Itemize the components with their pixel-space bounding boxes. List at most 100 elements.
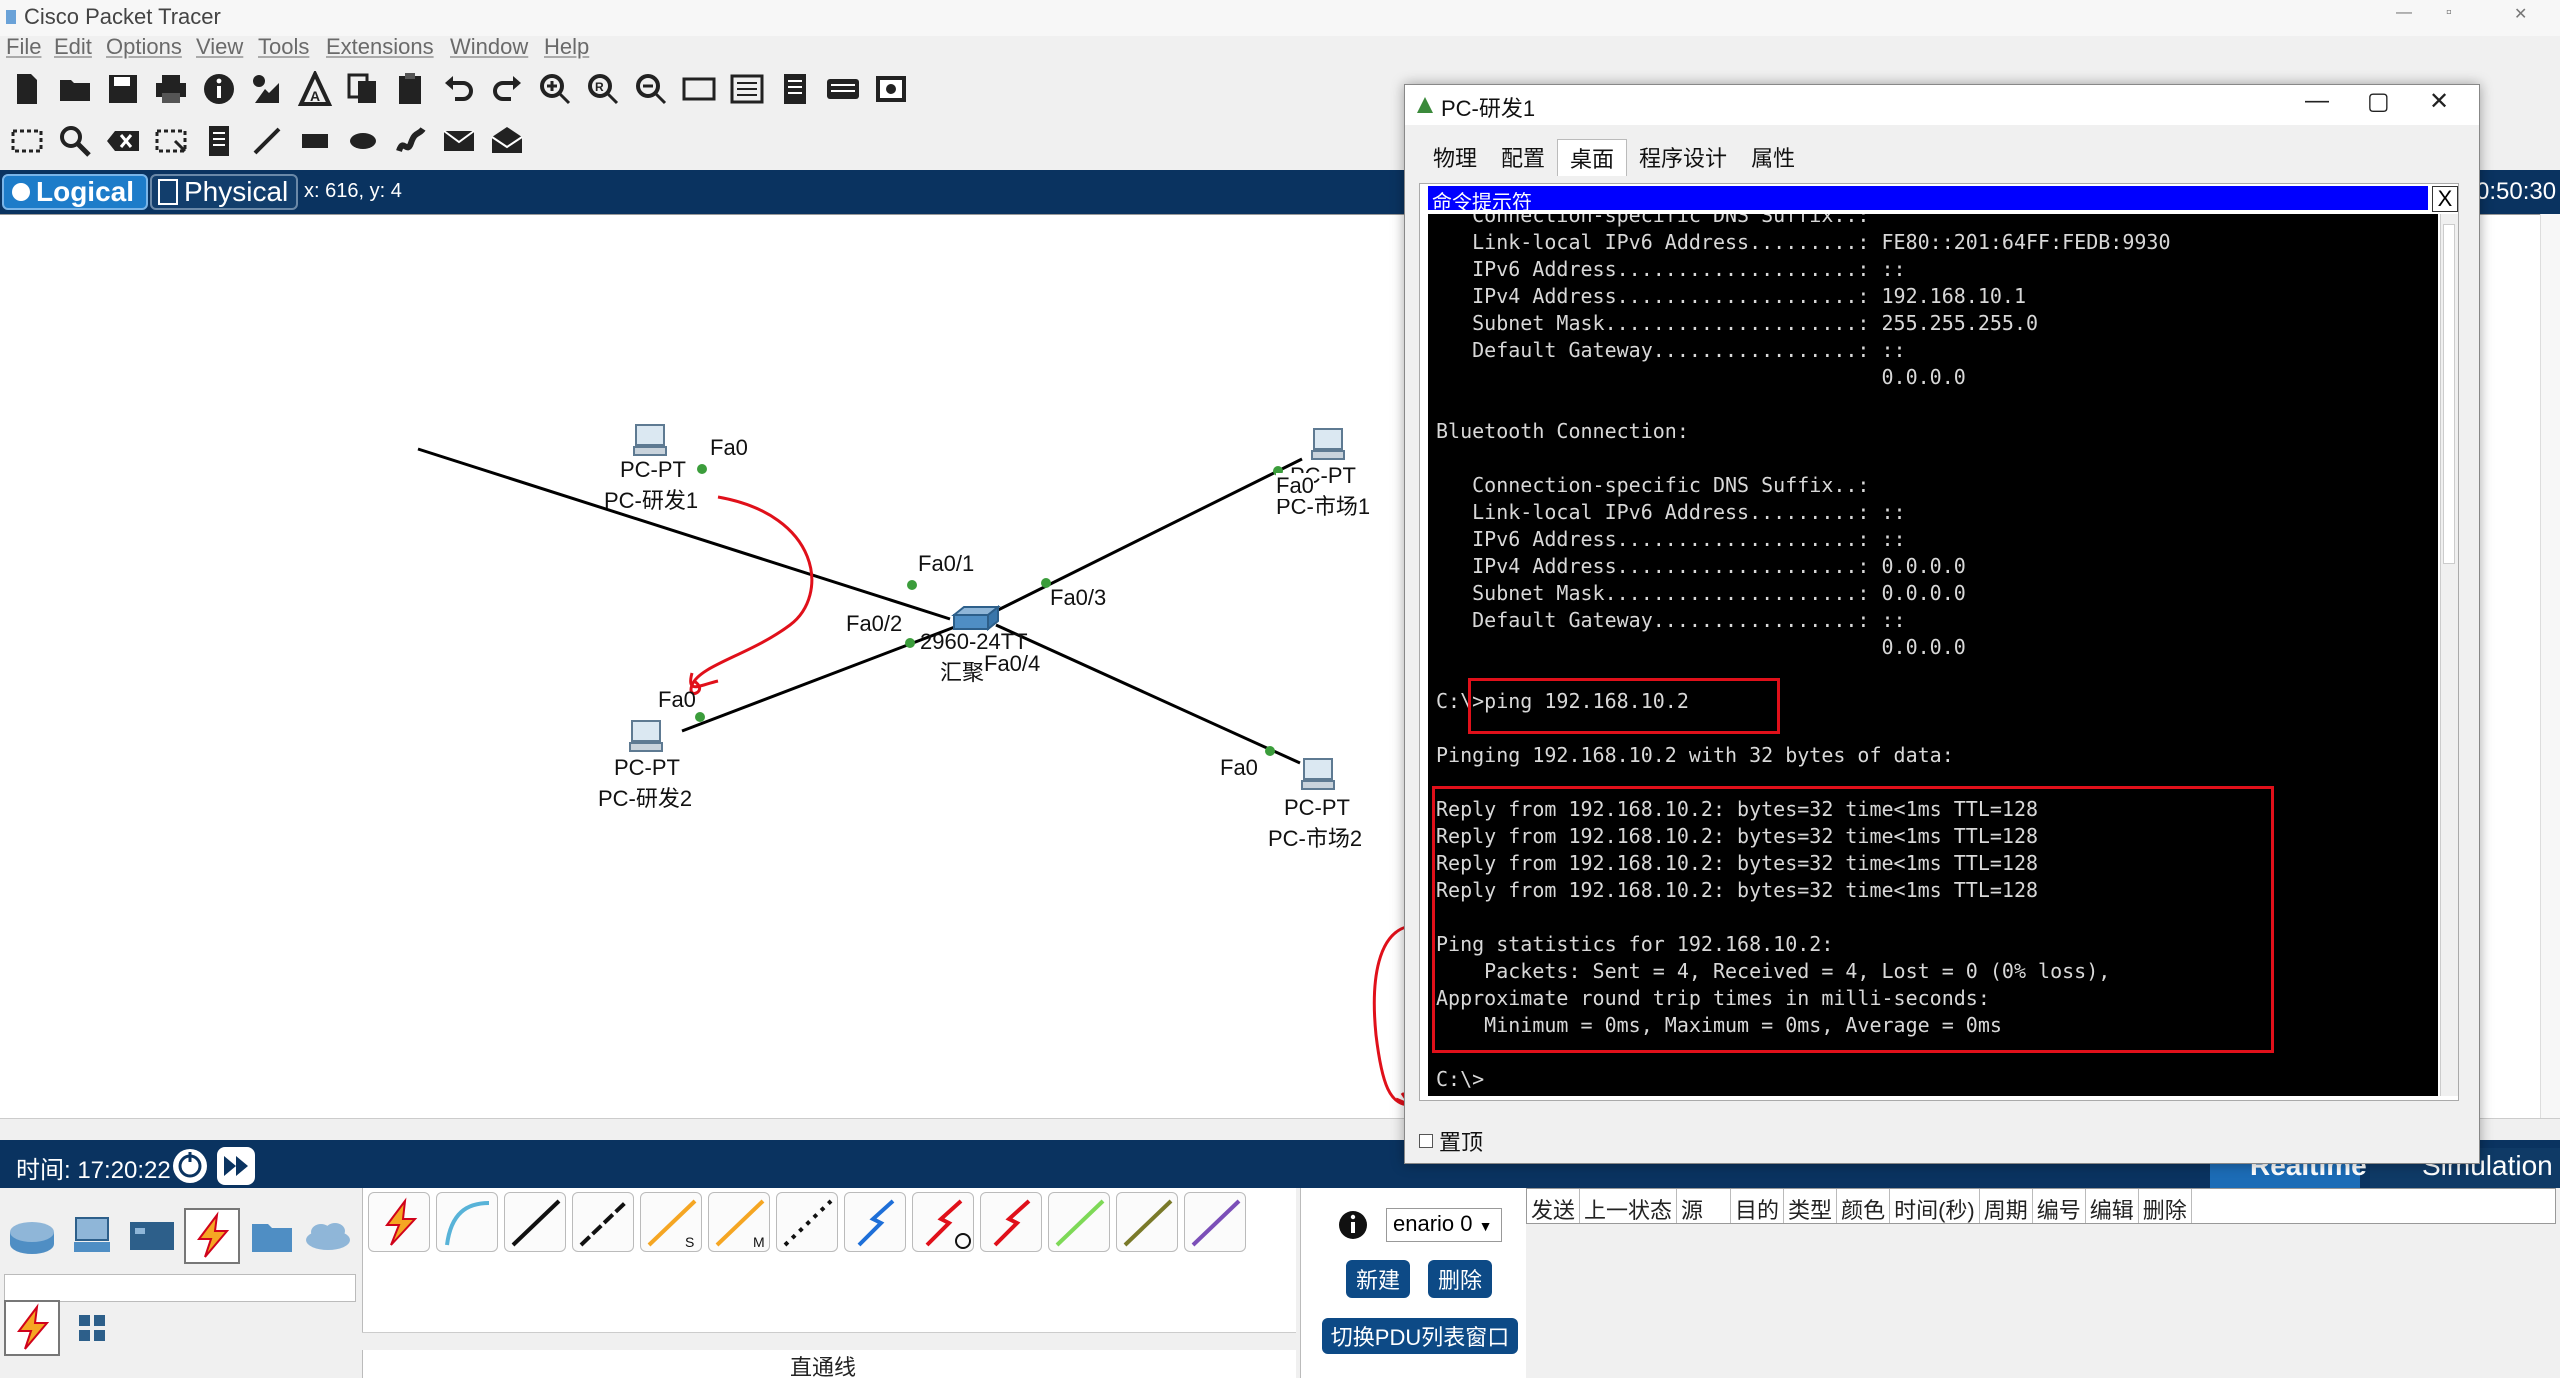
menu-view[interactable]: View (196, 34, 243, 60)
cable-octal[interactable] (1048, 1192, 1110, 1252)
menu-options[interactable]: Options (106, 34, 182, 60)
logical-mode-button[interactable]: Logical (2, 174, 148, 210)
pdu-col-time[interactable]: 时间(秒) (1890, 1189, 1980, 1223)
tab-attributes[interactable]: 属性 (1739, 139, 1807, 176)
resize-shape-icon[interactable] (148, 120, 194, 162)
stay-on-top-checkbox[interactable] (1419, 1134, 1433, 1148)
cable-fiber-s[interactable]: S (640, 1192, 702, 1252)
grid-subcategory[interactable] (64, 1300, 120, 1356)
simple-pdu-icon[interactable] (436, 120, 482, 162)
network-devices-category[interactable] (4, 1208, 60, 1264)
copy-icon[interactable] (340, 68, 386, 110)
pdu-col-last-status[interactable]: 上一状态 (1580, 1189, 1678, 1223)
menu-tools[interactable]: Tools (258, 34, 309, 60)
cable-auto[interactable] (368, 1192, 430, 1252)
zoom-reset-icon[interactable]: R (580, 68, 626, 110)
multiuser-category[interactable] (300, 1208, 356, 1264)
terminal-scrollbar[interactable] (2440, 214, 2458, 1096)
new-scenario-button[interactable]: 新建 (1346, 1260, 1410, 1298)
info-icon[interactable] (1336, 1208, 1370, 1242)
fast-forward-icon[interactable] (216, 1146, 256, 1186)
physical-mode-button[interactable]: Physical (150, 174, 298, 210)
pc-icon[interactable] (1298, 755, 1338, 795)
custom-devices-dialog-icon[interactable] (724, 68, 770, 110)
pc-window-titlebar[interactable]: PC-研发1 — ▢ ✕ (1405, 85, 2479, 125)
minimize-button[interactable]: — (2396, 4, 2412, 22)
zoom-in-icon[interactable] (532, 68, 578, 110)
zoom-out-icon[interactable] (628, 68, 674, 110)
maximize-button[interactable]: ▫ (2446, 4, 2452, 22)
cable-fiber-m[interactable]: M (708, 1192, 770, 1252)
menu-edit[interactable]: Edit (54, 34, 92, 60)
cable-coaxial[interactable] (844, 1192, 906, 1252)
redo-icon[interactable] (484, 68, 530, 110)
cable-iot[interactable] (1116, 1192, 1178, 1252)
pdu-col-periodic[interactable]: 周期 (1980, 1189, 2033, 1223)
power-cycle-icon[interactable] (170, 1146, 210, 1186)
menu-file[interactable]: File (6, 34, 41, 60)
toggle-pdu-list-button[interactable]: 切换PDU列表窗口 (1322, 1318, 1518, 1354)
pdu-col-destination[interactable]: 目的 (1731, 1189, 1785, 1223)
save-icon[interactable] (100, 68, 146, 110)
print-icon[interactable] (148, 68, 194, 110)
freeform-icon[interactable] (388, 120, 434, 162)
pdu-col-source[interactable]: 源 (1677, 1189, 1732, 1223)
tab-programming[interactable]: 程序设计 (1627, 139, 1739, 176)
notes-icon[interactable] (772, 68, 818, 110)
pc-icon[interactable] (626, 717, 666, 757)
cable-serial-dce[interactable] (912, 1192, 974, 1252)
undo-icon[interactable] (436, 68, 482, 110)
pt-device-icon[interactable] (820, 68, 866, 110)
drawing-palette-icon[interactable] (676, 68, 722, 110)
pc-window-maximize[interactable]: ▢ (2367, 87, 2390, 116)
activity-wizard-icon[interactable] (244, 68, 290, 110)
info-icon[interactable] (196, 68, 242, 110)
select-icon[interactable] (4, 120, 50, 162)
cable-straight[interactable] (504, 1192, 566, 1252)
cable-phone[interactable] (776, 1192, 838, 1252)
delete-icon[interactable] (100, 120, 146, 162)
pc-icon[interactable] (1308, 425, 1348, 465)
command-prompt-close-button[interactable]: X (2432, 186, 2458, 212)
pdu-col-fire[interactable]: 发送 (1527, 1189, 1581, 1223)
cable-list-scrollbar[interactable] (362, 1332, 1296, 1350)
connections-category[interactable] (184, 1208, 240, 1264)
connections-subcategory[interactable] (4, 1300, 60, 1356)
menu-window[interactable]: Window (450, 34, 528, 60)
pdu-col-type[interactable]: 类型 (1784, 1189, 1838, 1223)
canvas-vertical-scrollbar[interactable] (2540, 214, 2560, 1118)
tab-config[interactable]: 配置 (1489, 139, 1557, 176)
paste-icon[interactable] (388, 68, 434, 110)
cable-console[interactable] (436, 1192, 498, 1252)
terminal-scroll-thumb[interactable] (2443, 224, 2455, 564)
misc-category[interactable] (244, 1208, 300, 1264)
place-note-icon[interactable] (196, 120, 242, 162)
end-devices-category[interactable] (64, 1208, 120, 1264)
pc-window-close[interactable]: ✕ (2429, 87, 2449, 116)
draw-ellipse-icon[interactable] (340, 120, 386, 162)
cable-usb[interactable] (1184, 1192, 1246, 1252)
pc-icon[interactable] (630, 421, 670, 461)
stay-on-top-toggle[interactable]: 置顶 (1419, 1125, 1483, 1157)
pc-window-minimize[interactable]: — (2305, 87, 2329, 115)
draw-rectangle-icon[interactable] (292, 120, 338, 162)
open-folder-icon[interactable] (52, 68, 98, 110)
tab-desktop[interactable]: 桌面 (1557, 139, 1628, 176)
pdu-col-edit[interactable]: 编辑 (2086, 1189, 2139, 1223)
menu-help[interactable]: Help (544, 34, 589, 60)
components-category[interactable] (124, 1208, 180, 1264)
cable-crossover[interactable] (572, 1192, 634, 1252)
close-button[interactable]: ✕ (2514, 4, 2527, 24)
pdu-col-num[interactable]: 编号 (2033, 1189, 2086, 1223)
inspect-icon[interactable] (52, 120, 98, 162)
pdu-col-delete[interactable]: 删除 (2139, 1189, 2192, 1223)
screenshot-icon[interactable] (868, 68, 914, 110)
custom-device-icon[interactable]: A (292, 68, 338, 110)
draw-line-icon[interactable] (244, 120, 290, 162)
scenario-select[interactable]: enario 0 ▼ (1386, 1208, 1502, 1242)
pdu-col-color[interactable]: 颜色 (1837, 1189, 1891, 1223)
delete-scenario-button[interactable]: 删除 (1428, 1260, 1492, 1298)
menu-extensions[interactable]: Extensions (326, 34, 434, 60)
complex-pdu-icon[interactable] (484, 120, 530, 162)
new-file-icon[interactable] (4, 68, 50, 110)
